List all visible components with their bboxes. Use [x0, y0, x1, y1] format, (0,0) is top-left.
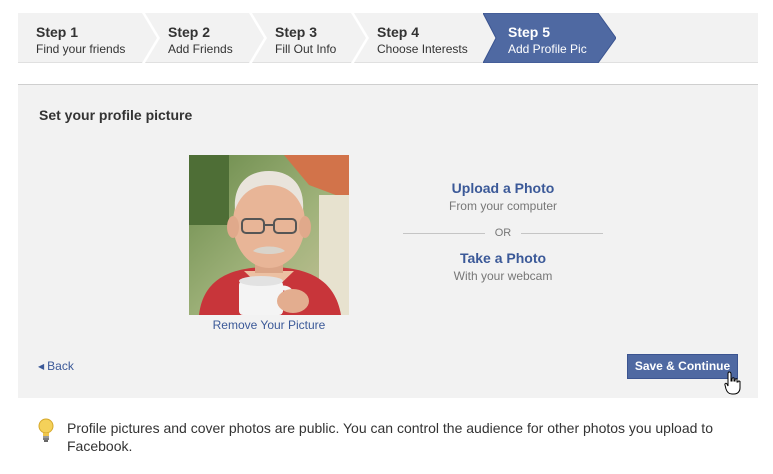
panel-title: Set your profile picture [39, 107, 193, 123]
step-2[interactable]: Step 2 Add Friends [168, 13, 233, 63]
hand-pointer-icon [724, 371, 741, 395]
step-1[interactable]: Step 1 Find your friends [36, 13, 125, 63]
take-photo-option[interactable]: Take a Photo With your webcam [403, 250, 603, 283]
profile-photo [189, 155, 349, 315]
step-5[interactable]: Step 5 Add Profile Pic [508, 13, 587, 63]
caret-left-icon: ◀ [38, 362, 45, 371]
profile-picture-panel: Set your profile picture Remove Your Pic… [18, 84, 758, 398]
step-4[interactable]: Step 4 Choose Interests [377, 13, 468, 63]
step-2-label: Add Friends [168, 42, 233, 56]
lightbulb-icon [38, 418, 54, 442]
progress-steps: Step 1 Find your friends Step 2 Add Frie… [18, 13, 758, 63]
remove-picture-link[interactable]: Remove Your Picture [189, 318, 349, 332]
take-photo-link[interactable]: Take a Photo [403, 250, 603, 266]
step-separator [351, 13, 369, 63]
step-1-label: Find your friends [36, 42, 126, 56]
upload-photo-option[interactable]: Upload a Photo From your computer [403, 180, 603, 213]
back-label: Back [47, 359, 74, 373]
step-3-number: Step 3 [275, 24, 318, 40]
save-continue-button[interactable]: Save & Continue [627, 354, 738, 379]
step-5-number: Step 5 [508, 24, 551, 40]
step-3[interactable]: Step 3 Fill Out Info [275, 13, 336, 63]
step-separator [142, 13, 160, 63]
upload-photo-subtitle: From your computer [448, 199, 558, 213]
step-4-number: Step 4 [377, 24, 420, 40]
or-label: OR [494, 227, 512, 239]
take-photo-subtitle: With your webcam [453, 269, 553, 283]
step-5-label: Add Profile Pic [508, 42, 587, 56]
or-divider: OR [403, 226, 603, 240]
notice-text: Profile pictures and cover photos are pu… [67, 420, 713, 454]
back-link[interactable]: ◀ Back [38, 359, 74, 373]
step-separator [249, 13, 267, 63]
step-1-number: Step 1 [36, 24, 79, 40]
step-3-label: Fill Out Info [275, 42, 337, 56]
upload-photo-link[interactable]: Upload a Photo [403, 180, 603, 196]
step-4-label: Choose Interests [377, 42, 468, 56]
step-2-number: Step 2 [168, 24, 211, 40]
